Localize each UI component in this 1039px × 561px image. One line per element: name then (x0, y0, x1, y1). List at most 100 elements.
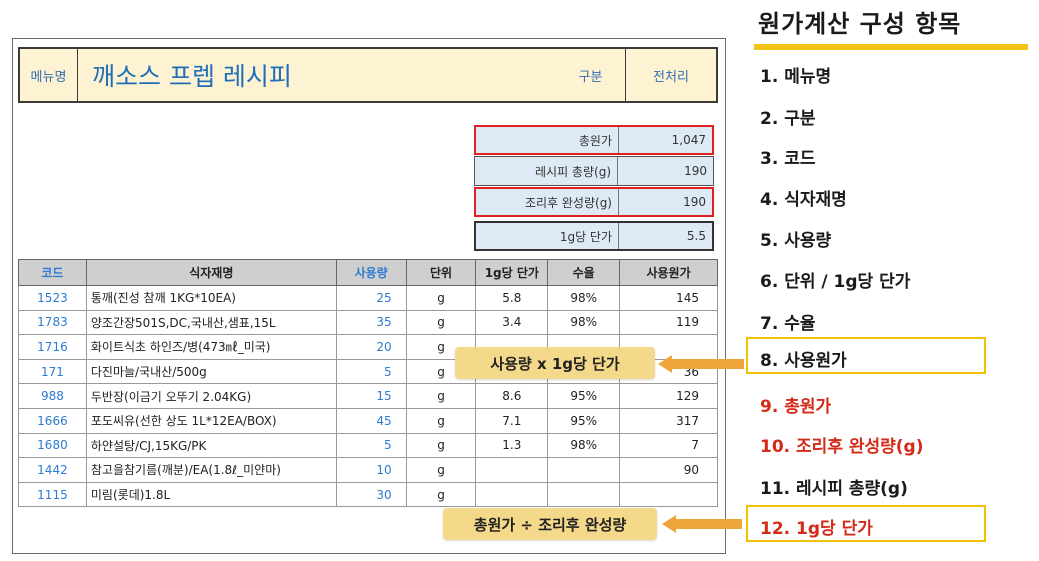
menu-name: 깨소스 프렙 레시피 (92, 62, 292, 91)
cell-unit: g (405, 457, 477, 483)
cell-ingredient: 통깨(진성 참깨 1KG*10EA) (85, 285, 337, 311)
table-row: 1666 포도씨유(선한 상도 1L*12EA/BOX) 45 g 7.1 95… (18, 407, 718, 434)
cell-code: 1666 (18, 407, 87, 434)
arrow-left-icon (662, 515, 742, 533)
cell-ingredient: 양조간장501S,DC,국내산,샘표,15L (85, 309, 337, 336)
cell-unit-price: 8.6 (475, 383, 549, 409)
panel-item-usage-cost: 8. 사용원가 (760, 351, 847, 371)
summary-value: 1,047 (671, 133, 706, 147)
cell-ingredient: 참고을참기름(깨분)/EA(1.8ℓ_미얀마) (85, 457, 337, 483)
summary-row-unit-price: 1g당 단가 5.5 (474, 221, 714, 251)
cell-unit-price: 1.3 (475, 432, 549, 459)
cell-qty: 35 (335, 309, 407, 336)
summary-label: 레시피 총량(g) (475, 157, 618, 185)
cell-cost: 145 (619, 285, 718, 311)
cell-code: 1523 (18, 285, 87, 311)
col-header-cost: 사용원가 (619, 259, 718, 286)
cell-code: 988 (18, 383, 87, 409)
title-underline (754, 44, 1028, 50)
summary-row-cooked-yield: 조리후 완성량(g) 190 (474, 187, 714, 217)
unit-price-formula-callout: 총원가 ÷ 조리후 완성량 (443, 508, 657, 540)
cell-qty: 10 (335, 457, 407, 483)
panel-title: 원가계산 구성 항목 (758, 10, 962, 38)
cell-cost: 90 (619, 457, 718, 483)
summary-box: 총원가 1,047 레시피 총량(g) 190 조리후 완성량(g) 190 1… (474, 125, 714, 252)
panel-item-unit-price: 6. 단위 / 1g당 단가 (760, 272, 911, 292)
table-row: 1442 참고을참기름(깨분)/EA(1.8ℓ_미얀마) 10 g 90 (18, 457, 718, 483)
summary-row-total-cost: 총원가 1,047 (474, 125, 714, 155)
recipe-header: 메뉴명 깨소스 프렙 레시피 구분 전처리 (18, 47, 718, 103)
menu-label: 메뉴명 (20, 49, 78, 101)
cell-qty: 45 (335, 407, 407, 434)
cell-unit: g (405, 309, 477, 336)
cell-ingredient: 다진마늘/국내산/500g (85, 358, 337, 385)
summary-row-recipe-total: 레시피 총량(g) 190 (474, 156, 714, 186)
cell-yield: 95% (547, 383, 621, 409)
cell-qty: 5 (335, 432, 407, 459)
cell-ingredient: 화이트식초 하인즈/병(473㎖_미국) (85, 334, 337, 360)
table-row: 1680 하얀설탕/CJ,15KG/PK 5 g 1.3 98% 7 (18, 432, 718, 459)
table-header-row: 코드 식자재명 사용량 단위 1g당 단가 수율 사용원가 (18, 259, 718, 286)
cell-yield (547, 481, 621, 508)
col-header-code: 코드 (18, 259, 87, 286)
panel-item-quantity: 5. 사용량 (760, 231, 832, 251)
cell-unit: g (405, 481, 477, 508)
cell-ingredient: 포도씨유(선한 상도 1L*12EA/BOX) (85, 407, 337, 434)
table-row: 1783 양조간장501S,DC,국내산,샘표,15L 35 g 3.4 98%… (18, 309, 718, 336)
category-value: 전처리 (653, 69, 689, 85)
cell-yield: 98% (547, 285, 621, 311)
col-header-unit: 단위 (405, 259, 477, 286)
cell-unit: g (405, 285, 477, 311)
summary-value: 5.5 (686, 229, 706, 243)
summary-label: 1g당 단가 (476, 223, 619, 249)
cell-ingredient: 두반장(이금기 오뚜기 2.04KG) (85, 383, 337, 409)
cell-qty: 25 (335, 285, 407, 311)
summary-label: 총원가 (476, 127, 619, 153)
cell-cost: 129 (619, 383, 718, 409)
cell-ingredient: 미림(롯데)1.8L (85, 481, 337, 508)
cell-code: 1442 (18, 457, 87, 483)
cell-unit-price: 7.1 (475, 407, 549, 434)
cell-code: 1115 (18, 481, 87, 508)
summary-value: 190 (683, 195, 706, 209)
cell-unit: g (405, 432, 477, 459)
cell-code: 1716 (18, 334, 87, 360)
summary-value: 190 (684, 164, 707, 178)
table-row: 1115 미림(롯데)1.8L 30 g (18, 481, 718, 508)
cell-unit-price: 5.8 (475, 285, 549, 311)
cell-yield (547, 457, 621, 483)
cell-unit: g (405, 407, 477, 434)
table-row: 988 두반장(이금기 오뚜기 2.04KG) 15 g 8.6 95% 129 (18, 383, 718, 409)
cell-code: 171 (18, 358, 87, 385)
panel-item-category: 2. 구분 (760, 109, 816, 129)
panel-item-recipe-total: 11. 레시피 총량(g) (760, 479, 908, 499)
panel-item-cooked-yield: 10. 조리후 완성량(g) (760, 437, 924, 457)
cost-formula-callout: 사용량 x 1g당 단가 (455, 347, 655, 379)
cell-cost: 7 (619, 432, 718, 459)
cell-yield: 95% (547, 407, 621, 434)
cell-qty: 30 (335, 481, 407, 508)
cell-cost: 119 (619, 309, 718, 336)
panel-item-code: 3. 코드 (760, 149, 816, 169)
cell-yield: 98% (547, 432, 621, 459)
panel-item-yield: 7. 수율 (760, 314, 816, 334)
cell-ingredient: 하얀설탕/CJ,15KG/PK (85, 432, 337, 459)
panel-item-per-gram-price: 12. 1g당 단가 (760, 519, 873, 539)
col-header-yield: 수율 (547, 259, 621, 286)
cell-unit-price (475, 481, 549, 508)
recipe-sheet: 메뉴명 깨소스 프렙 레시피 구분 전처리 총원가 1,047 레시피 총량(g… (12, 38, 726, 554)
cell-cost (619, 481, 718, 508)
cell-code: 1783 (18, 309, 87, 336)
cell-qty: 20 (335, 334, 407, 360)
summary-label: 조리후 완성량(g) (476, 189, 619, 215)
category-label: 구분 (556, 49, 626, 101)
table-row: 1523 통깨(진성 참깨 1KG*10EA) 25 g 5.8 98% 145 (18, 285, 718, 311)
cell-unit-price (475, 457, 549, 483)
panel-item-ingredient: 4. 식자재명 (760, 190, 847, 210)
col-header-ingredient: 식자재명 (85, 259, 337, 286)
panel-item-menu-name: 1. 메뉴명 (760, 67, 832, 87)
panel-item-total-cost: 9. 총원가 (760, 397, 832, 417)
col-header-unit-price: 1g당 단가 (475, 259, 549, 286)
cell-yield: 98% (547, 309, 621, 336)
cell-qty: 15 (335, 383, 407, 409)
